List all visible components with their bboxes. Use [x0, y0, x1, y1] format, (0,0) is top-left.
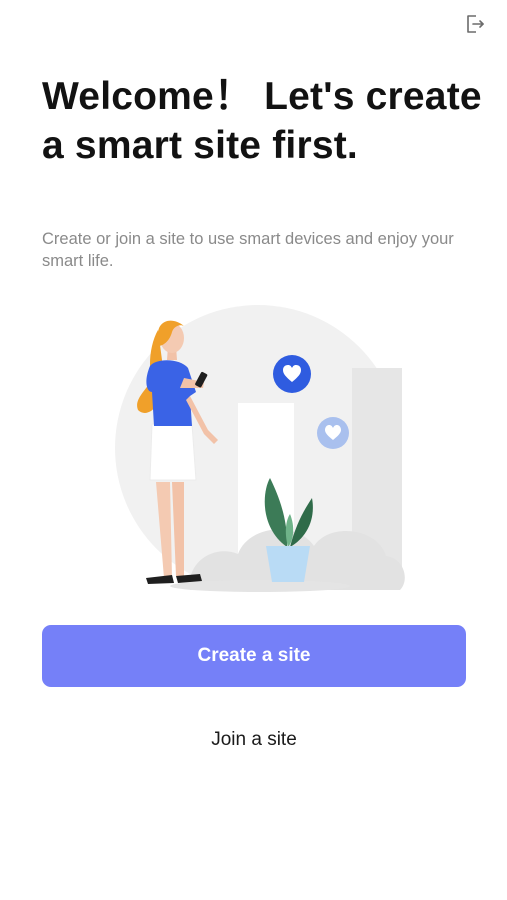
welcome-screen: Welcome！ Let's create a smart site first… [0, 0, 507, 900]
page-subtitle: Create or join a site to use smart devic… [42, 230, 454, 270]
heart-badge-icon [273, 355, 311, 393]
create-site-button[interactable]: Create a site [42, 625, 466, 687]
logout-button[interactable] [461, 10, 489, 38]
page-title: Welcome！ Let's create a smart site first… [42, 75, 482, 167]
join-site-button[interactable]: Join a site [42, 722, 466, 758]
heart-badge-small-icon [317, 417, 349, 449]
logout-icon [467, 15, 484, 33]
smart-home-illustration [115, 305, 405, 592]
welcome-illustration [100, 300, 410, 600]
